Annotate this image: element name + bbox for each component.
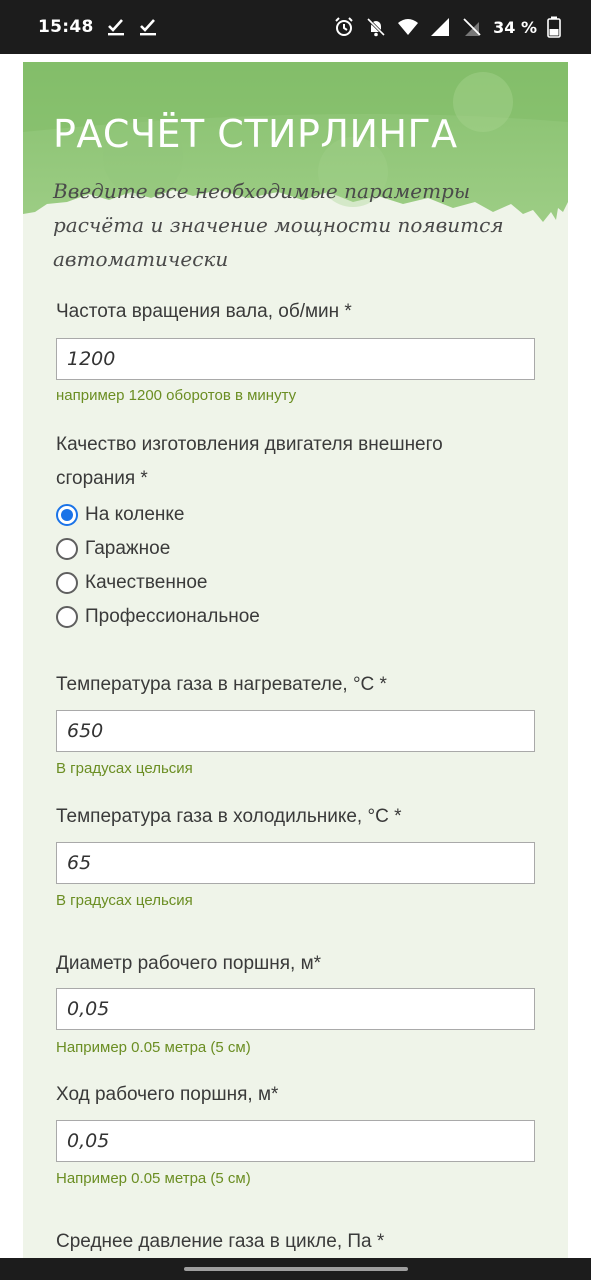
quality-option-professionalnoe[interactable]: Профессиональное — [56, 606, 260, 628]
form-card: РАСЧЁТ СТИРЛИНГА Введите все необходимые… — [23, 62, 568, 1258]
alarm-icon — [335, 17, 353, 36]
wifi-icon — [398, 19, 419, 35]
status-bar: 15:48 34 % — [0, 0, 591, 54]
quality-option-label: Профессиональное — [85, 606, 260, 627]
shaft-speed-input[interactable]: 1200 — [56, 338, 535, 380]
heater-temp-label: Температура газа в нагревателе, °C * — [56, 674, 387, 695]
signal-icon — [431, 18, 450, 36]
heater-temp-input[interactable]: 650 — [56, 710, 535, 752]
piston-diameter-label: Диаметр рабочего поршня, м* — [56, 953, 322, 974]
piston-diameter-input[interactable]: 0,05 — [56, 988, 535, 1030]
cooler-temp-hint: В градусах цельсия — [56, 892, 193, 909]
notifications-off-icon — [367, 17, 386, 37]
quality-option-label: Гаражное — [85, 538, 171, 559]
heater-temp-hint: В градусах цельсия — [56, 760, 193, 777]
radio-unselected-icon[interactable] — [56, 538, 78, 560]
quality-option-na-kolenke[interactable]: На коленке — [56, 504, 184, 526]
check-icon — [107, 19, 124, 36]
cooler-temp-input[interactable]: 65 — [56, 842, 535, 884]
piston-stroke-label: Ход рабочего поршня, м* — [56, 1084, 279, 1105]
quality-option-garazhnoe[interactable]: Гаражное — [56, 538, 170, 560]
radio-unselected-icon[interactable] — [56, 572, 78, 594]
status-bar-right: 34 % — [333, 16, 561, 38]
battery-icon — [547, 16, 561, 38]
navigation-bar — [0, 1258, 591, 1280]
gesture-handle[interactable] — [184, 1267, 408, 1271]
piston-stroke-hint: Например 0.05 метра (5 см) — [56, 1170, 251, 1187]
shaft-speed-hint: например 1200 оборотов в минуту — [56, 387, 297, 404]
piston-diameter-hint: Например 0.05 метра (5 см) — [56, 1039, 251, 1056]
status-bar-left: 15:48 — [38, 17, 158, 37]
quality-option-label: На коленке — [85, 504, 185, 525]
no-sim-icon — [463, 18, 481, 36]
cooler-temp-label: Температура газа в холодильнике, °C * — [56, 806, 402, 827]
quality-option-kachestvennoe[interactable]: Качественное — [56, 572, 207, 594]
check-icon — [139, 19, 156, 36]
battery-percent: 34 % — [493, 17, 537, 37]
piston-stroke-input[interactable]: 0,05 — [56, 1120, 535, 1162]
form-title: РАСЧЁТ СТИРЛИНГА — [53, 112, 458, 156]
mean-pressure-label: Среднее давление газа в цикле, Па * — [56, 1231, 385, 1252]
shaft-speed-label: Частота вращения вала, об/мин * — [56, 301, 352, 322]
radio-selected-icon[interactable] — [56, 504, 78, 526]
quality-label: Качество изготовления двигателя внешнего… — [56, 434, 443, 489]
form-description: Введите все необходимые параметры расчёт… — [53, 179, 504, 271]
quality-option-label: Качественное — [85, 572, 208, 593]
radio-unselected-icon[interactable] — [56, 606, 78, 628]
clock: 15:48 — [38, 17, 94, 37]
